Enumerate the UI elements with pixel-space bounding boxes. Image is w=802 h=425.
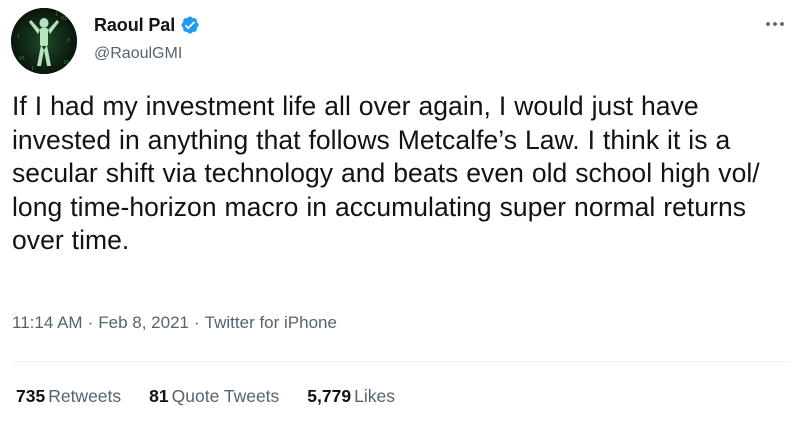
svg-text:01: 01: [19, 56, 25, 62]
likes-count: 5,779: [307, 386, 352, 406]
svg-text:1: 1: [55, 12, 58, 18]
verified-badge-icon: [180, 15, 200, 35]
avatar[interactable]: 10 01 10 01 10 11: [11, 8, 77, 74]
tweet-date[interactable]: Feb 8, 2021: [98, 313, 189, 332]
meta-separator: ·: [194, 313, 200, 332]
avatar-matrix-figure-icon: 10 01 10 0110 11: [11, 8, 77, 74]
tweet-source[interactable]: Twitter for iPhone: [205, 313, 337, 332]
quote-tweets-label: Quote Tweets: [171, 386, 280, 406]
quote-tweets-count: 81: [149, 386, 169, 406]
handle[interactable]: @RaoulGMI: [94, 45, 200, 63]
engagement-stats: 735 Retweets 81 Quote Tweets 5,779 Likes: [16, 386, 423, 407]
tweet-time[interactable]: 11:14 AM: [12, 313, 83, 332]
quote-tweets-stat[interactable]: 81 Quote Tweets: [149, 386, 279, 407]
meta-separator: ·: [87, 313, 94, 332]
divider: [12, 361, 790, 362]
retweets-stat[interactable]: 735 Retweets: [16, 386, 121, 407]
tweet-meta: 11:14 AM · Feb 8, 2021 · Twitter for iPhone: [12, 313, 337, 333]
author-block: Raoul Pal @RaoulGMI: [94, 14, 200, 63]
retweets-label: Retweets: [48, 386, 122, 406]
svg-text:01: 01: [61, 16, 67, 22]
display-name-row: Raoul Pal: [94, 14, 200, 36]
display-name[interactable]: Raoul Pal: [94, 15, 175, 36]
retweets-count: 735: [16, 386, 46, 406]
likes-label: Likes: [354, 386, 395, 406]
svg-text:1: 1: [31, 66, 34, 72]
more-options-icon[interactable]: [760, 14, 790, 34]
tweet-text: If I had my investment life all over aga…: [12, 91, 760, 255]
likes-stat[interactable]: 5,779 Likes: [307, 386, 395, 407]
svg-text:1: 1: [17, 34, 20, 40]
svg-text:0: 0: [67, 38, 70, 44]
tweet-card: 10 01 10 01 10 11 Raoul Pal @RaoulGMI If…: [0, 0, 802, 425]
svg-text:10: 10: [63, 60, 69, 66]
svg-text:10: 10: [15, 14, 21, 20]
